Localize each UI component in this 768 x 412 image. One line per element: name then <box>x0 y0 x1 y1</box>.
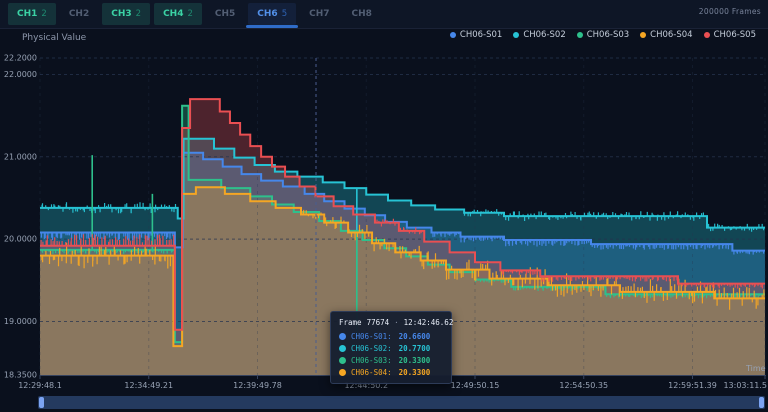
tab-label: CH7 <box>309 9 330 19</box>
tooltip-frame-number: 77674 <box>366 318 390 327</box>
legend-label: CH06-S01 <box>459 30 503 40</box>
y-tick-label: 20.0000 <box>4 235 37 244</box>
tab-label: CH3 <box>111 9 132 19</box>
legend-dot-icon <box>640 32 647 38</box>
x-tick-label: 12:34:49.21 <box>124 381 173 390</box>
legend-label: CH06-S04 <box>650 30 693 40</box>
tab-ch7[interactable]: CH7 <box>300 3 338 25</box>
tab-ch1[interactable]: CH1 2 <box>8 3 56 25</box>
legend-item-ch06-s04[interactable]: CH06-S04 <box>640 30 693 40</box>
tab-label: CH6 <box>257 9 278 19</box>
tooltip-series-label: CH06-S01: <box>351 332 392 341</box>
tab-label: CH2 <box>68 9 90 19</box>
series-dot-icon <box>339 369 346 376</box>
tab-ch4[interactable]: CH4 2 <box>154 3 202 25</box>
x-tick-label: 12:49:50.15 <box>451 381 500 390</box>
tab-count-badge: 2 <box>187 9 193 19</box>
tooltip: Frame 77674 · 12:42:46.62 CH06-S01: 20.66… <box>330 311 453 384</box>
tooltip-rows: CH06-S01: 20.6600 CH06-S02: 20.7700 CH06-S03… <box>339 332 443 377</box>
tab-label: CH4 <box>163 9 184 19</box>
x-tick-label: 12:39:49.78 <box>233 381 282 390</box>
tooltip-row: CH06-S03: 20.3300 <box>339 356 443 365</box>
y-axis-title: Physical Value <box>22 33 87 43</box>
tooltip-series-value: 20.7700 <box>398 344 431 353</box>
legend-label: CH06-S02 <box>523 30 566 40</box>
tab-count-badge: 2 <box>41 9 47 19</box>
x-tick-label: 13:03:11.5 <box>723 381 767 390</box>
app-window: CH1 2 CH2 CH3 2 CH4 2 CH5 CH6 5 CH7 CH8 200000 Fram… <box>0 0 768 412</box>
x-tick-label: 12:54:50.35 <box>559 381 608 390</box>
y-tick-label: 22.2000 <box>4 54 37 63</box>
y-tick-label: 21.0000 <box>4 152 37 161</box>
x-tick-label: 12:59:51.39 <box>668 381 717 390</box>
series-dot-icon <box>339 333 346 340</box>
channel-tabbar: CH1 2 CH2 CH3 2 CH4 2 CH5 CH6 5 CH7 CH8 200000 Fram… <box>0 0 768 29</box>
x-axis-title: Time <box>745 364 766 373</box>
y-tick-label: 19.0000 <box>4 317 37 326</box>
tab-label: CH5 <box>214 9 236 19</box>
legend-dot-icon <box>513 32 520 38</box>
frame-counter: 200000 Frames <box>698 7 761 16</box>
timeline-scrollbar[interactable] <box>38 396 765 409</box>
tab-ch6[interactable]: CH6 5 <box>246 3 298 28</box>
tab-count-badge: 5 <box>281 9 288 19</box>
tab-ch2[interactable]: CH2 <box>60 3 98 25</box>
tooltip-row: CH06-S04: 20.3300 <box>339 368 443 377</box>
tab-label: CH1 <box>17 9 38 19</box>
legend: CH06-S01 CH06-S02 CH06-S03 CH06-S04 CH06-S05 <box>449 30 756 40</box>
legend-dot-icon <box>576 32 583 38</box>
tab-label: CH8 <box>351 9 372 19</box>
tooltip-frame-label: Frame <box>339 318 362 327</box>
tooltip-row: CH06-S01: 20.6600 <box>339 332 443 341</box>
legend-label: CH06-S05 <box>713 30 756 40</box>
legend-item-ch06-s01[interactable]: CH06-S01 <box>449 30 503 40</box>
x-tick-label: 12:29:48.1 <box>18 381 62 390</box>
series-dot-icon <box>339 345 346 352</box>
tooltip-series-value: 20.6600 <box>398 332 431 341</box>
series-dot-icon <box>339 357 346 364</box>
legend-dot-icon <box>449 32 456 38</box>
tooltip-series-value: 20.3300 <box>398 356 431 365</box>
tab-count-badge: 2 <box>135 9 142 19</box>
y-tick-label: 22.0000 <box>4 70 37 79</box>
tooltip-series-value: 20.3300 <box>398 368 431 377</box>
scrollbar-left-handle[interactable] <box>39 397 44 408</box>
tooltip-time: 12:42:46.62 <box>403 318 454 327</box>
legend-dot-icon <box>703 32 710 38</box>
tab-ch8[interactable]: CH8 <box>343 3 381 25</box>
scrollbar-right-handle[interactable] <box>759 397 764 408</box>
tooltip-series-label: CH06-S04: <box>351 368 392 377</box>
y-tick-label: 18.3500 <box>4 371 37 380</box>
tooltip-separator: · <box>394 318 399 327</box>
legend-item-ch06-s05[interactable]: CH06-S05 <box>703 30 756 40</box>
legend-item-ch06-s03[interactable]: CH06-S03 <box>576 30 630 40</box>
legend-label: CH06-S03 <box>586 30 630 40</box>
tab-ch3[interactable]: CH3 2 <box>102 3 151 25</box>
tooltip-series-label: CH06-S02: <box>351 344 392 353</box>
tooltip-row: CH06-S02: 20.7700 <box>339 344 443 353</box>
channel-tabs: CH1 2 CH2 CH3 2 CH4 2 CH5 CH6 5 CH7 CH8 <box>0 0 768 28</box>
tooltip-series-label: CH06-S03: <box>351 356 392 365</box>
tooltip-title: Frame 77674 · 12:42:46.62 <box>339 318 453 327</box>
tab-ch5[interactable]: CH5 <box>206 3 244 25</box>
legend-item-ch06-s02[interactable]: CH06-S02 <box>513 30 566 40</box>
